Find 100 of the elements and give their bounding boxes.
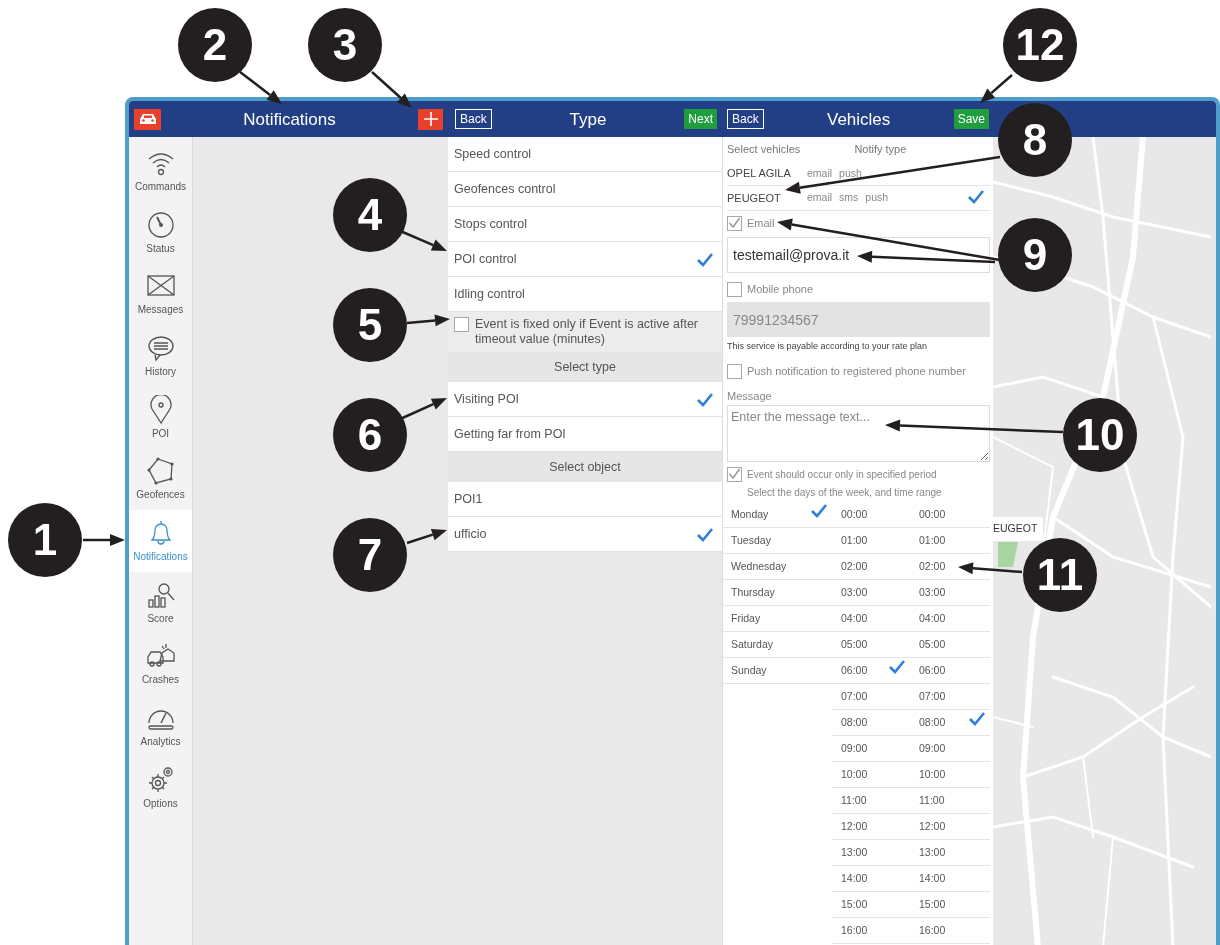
pentagon-icon [145,456,176,487]
type-option[interactable]: Stops control [454,214,527,234]
time-option[interactable]: 11:00 [919,792,945,809]
sidebar-item[interactable]: Crashes [129,633,192,696]
map-marker-label[interactable]: EUGEOT [993,517,1044,541]
time-option[interactable]: 16:00 [841,922,868,939]
time-option[interactable]: 13:00 [919,844,946,861]
vehicle-row[interactable]: OPEL AGILA email push [727,162,990,185]
vehicle-button[interactable] [134,108,161,130]
message-field[interactable]: Enter the message text... [727,405,990,462]
checkbox[interactable] [727,363,742,379]
leader-arrow [980,74,1013,103]
sidebar-item[interactable]: Options [129,756,192,819]
add-button[interactable] [418,108,443,130]
callout-badge: 3 [308,8,382,82]
time-option[interactable]: 09:00 [919,740,946,757]
time-option[interactable]: 04:00 [841,610,868,627]
header-title: Notifications [243,110,336,128]
callout-badge: 8 [998,103,1072,177]
time-option[interactable]: 11:00 [841,792,867,809]
time-option[interactable]: 14:00 [841,870,868,887]
checkbox[interactable] [454,317,469,332]
sidebar-item[interactable]: History [129,325,192,387]
back-button[interactable]: Back [727,109,764,129]
time-option[interactable]: 01:00 [919,532,946,549]
save-button[interactable]: Save [953,109,989,129]
time-option[interactable]: 05:00 [919,636,946,653]
sidebar-item[interactable]: Messages [129,263,192,326]
time-option[interactable]: 03:00 [919,584,946,601]
time-option[interactable]: 00:00 [841,506,868,523]
type-option[interactable]: Idling control [454,284,525,304]
checkbox-label: Push notification to registered phone number [747,363,966,379]
sidebar-item[interactable]: Analytics [129,695,192,757]
type-option[interactable]: Speed control [454,144,532,164]
checkbox-label: Event should occur only in specified period [747,467,937,482]
time-option[interactable]: 10:00 [841,766,868,783]
day-option[interactable]: Tuesday [731,532,771,549]
time-option[interactable]: 08:00 [841,714,868,731]
section-heading: Select type [554,358,616,376]
leader-arrow [371,71,412,108]
time-option[interactable]: 14:00 [919,870,946,887]
panel-title: Vehicles [827,110,891,128]
object-option[interactable]: ufficio [454,524,487,544]
time-option[interactable]: 01:00 [841,532,868,549]
time-option[interactable]: 02:00 [919,558,946,575]
callout-badge: 4 [333,178,407,252]
checkbox[interactable] [727,466,742,482]
time-option[interactable]: 12:00 [841,818,868,835]
next-button[interactable]: Next [684,109,717,129]
vehicle-name: OPEL AGILA [727,166,792,182]
callout-badge: 10 [1063,398,1137,472]
back-button[interactable]: Back [455,109,492,129]
time-option[interactable]: 08:00 [919,714,946,731]
time-option[interactable]: 07:00 [919,688,946,705]
checkbox-label: Event is fixed only if Event is active after timeout value (minutes) [475,317,700,347]
notify-type: email [807,190,833,206]
time-option[interactable]: 05:00 [841,636,868,653]
notify-type: sms [839,190,859,206]
plus-icon [423,112,438,126]
sidebar-item[interactable]: Score [129,571,192,634]
time-option[interactable]: 00:00 [919,506,946,523]
day-option[interactable]: Thursday [731,584,775,601]
callout-badge: 2 [178,8,252,82]
callout-badge: 1 [8,503,82,577]
object-option[interactable]: POI1 [454,489,483,509]
note-text: This service is payable according to your rate plan [727,340,929,354]
time-option[interactable]: 07:00 [841,688,868,705]
column-header: Notify type [854,142,907,158]
event-type-option[interactable]: Visiting POI [454,389,520,409]
day-option[interactable]: Monday [731,506,769,523]
gauge-icon [145,209,176,240]
time-option[interactable]: 10:00 [919,766,946,783]
time-option[interactable]: 15:00 [841,896,868,913]
time-option[interactable]: 06:00 [919,662,946,679]
time-option[interactable]: 15:00 [919,896,946,913]
time-option[interactable]: 02:00 [841,558,868,575]
email-field[interactable]: testemail@prova.it [727,237,990,273]
notify-type: email [807,165,833,181]
checkbox[interactable] [727,215,742,231]
sidebar-item[interactable]: Notifications [129,510,192,572]
callout-badge: 11 [1023,538,1097,612]
time-option[interactable]: 16:00 [919,922,946,939]
day-option[interactable]: Wednesday [731,558,787,575]
sidebar-item[interactable]: Commands [129,140,192,202]
time-option[interactable]: 03:00 [841,584,868,601]
time-option[interactable]: 06:00 [841,662,868,679]
day-option[interactable]: Sunday [731,662,767,679]
time-option[interactable]: 12:00 [919,818,946,835]
time-option[interactable]: 04:00 [919,610,946,627]
day-option[interactable]: Saturday [731,636,774,653]
day-option[interactable]: Friday [731,610,761,627]
checkbox-label: Mobile phone [747,281,814,297]
leader-arrow [83,534,125,546]
leader-arrow [958,562,1023,575]
sidebar-item[interactable]: Status [129,201,192,264]
time-option[interactable]: 13:00 [841,844,868,861]
sidebar-item[interactable]: POI [129,386,192,449]
time-option[interactable]: 09:00 [841,740,868,757]
sidebar-item[interactable]: Geofences [129,448,192,511]
type-option[interactable]: POI control [454,249,517,269]
